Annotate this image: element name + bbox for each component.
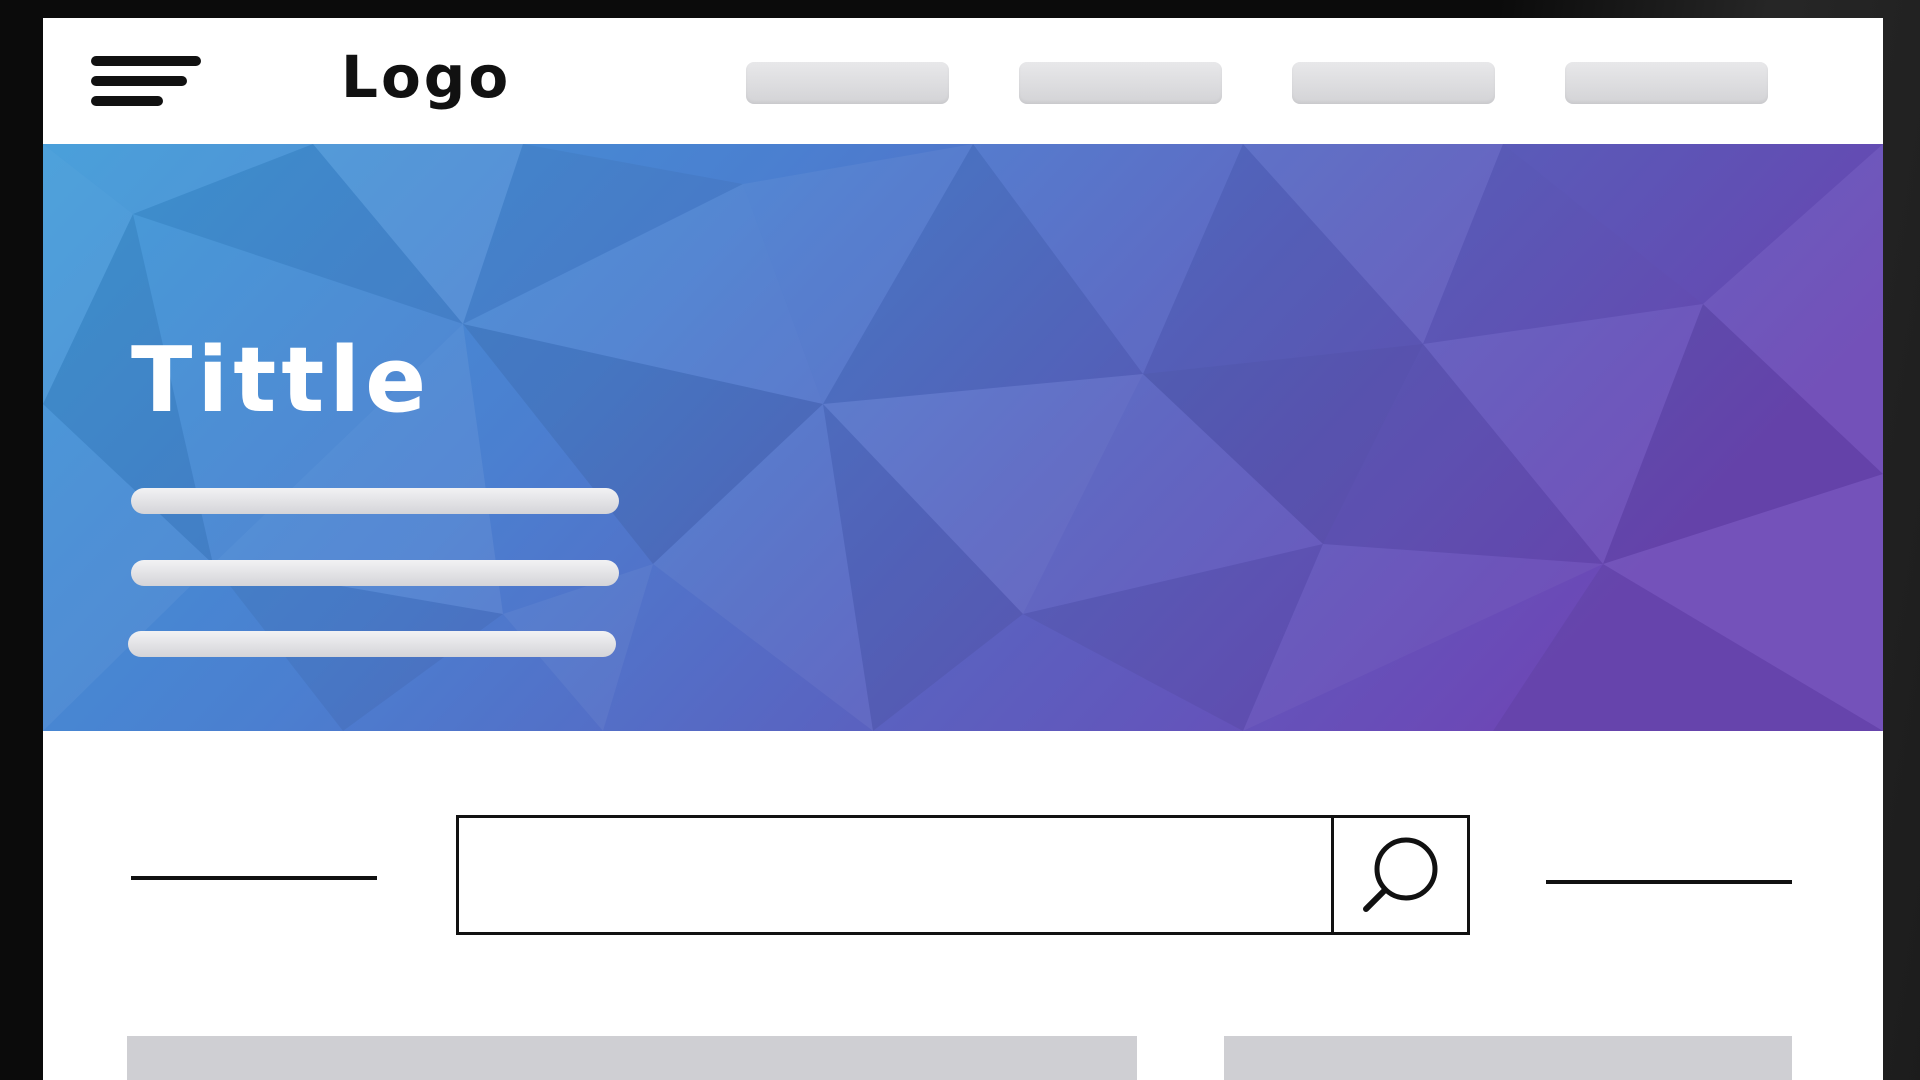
- hero-text-line: [131, 560, 619, 586]
- search-input[interactable]: [459, 818, 1331, 932]
- nav-item-1[interactable]: [746, 62, 949, 104]
- menu-bar: [91, 96, 163, 106]
- hero-title: Tittle: [131, 328, 432, 433]
- menu-bar: [91, 56, 201, 66]
- site-logo[interactable]: Logo: [341, 48, 511, 106]
- hamburger-menu-icon[interactable]: [91, 56, 201, 112]
- divider-line-right: [1546, 880, 1792, 884]
- content-card-placeholder: [127, 1036, 1137, 1080]
- content-card-placeholder: [1224, 1036, 1792, 1080]
- site-header: Logo: [43, 18, 1883, 144]
- nav-item-4[interactable]: [1565, 62, 1768, 104]
- divider-line-left: [131, 876, 377, 880]
- nav-item-3[interactable]: [1292, 62, 1495, 104]
- website-wireframe-screen: Logo Tittle: [43, 18, 1883, 1080]
- search-button[interactable]: [1331, 818, 1467, 932]
- menu-bar: [91, 76, 187, 86]
- search-bar: [456, 815, 1470, 935]
- search-icon: [1363, 837, 1438, 912]
- hero-text-line: [131, 488, 619, 514]
- nav-item-2[interactable]: [1019, 62, 1222, 104]
- hero-banner: Tittle: [43, 144, 1883, 731]
- hero-text-line: [128, 631, 616, 657]
